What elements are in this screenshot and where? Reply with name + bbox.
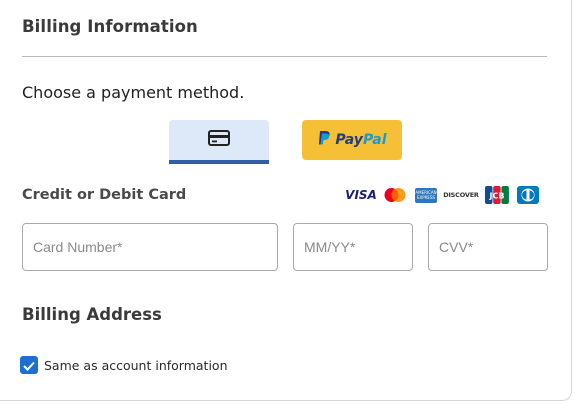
section-title: Billing Information	[22, 17, 198, 36]
billing-address-title: Billing Address	[22, 305, 162, 324]
cvv-field[interactable]	[428, 223, 548, 271]
expiry-input[interactable]	[294, 224, 412, 270]
divider	[22, 56, 547, 57]
visa-icon: VISA	[345, 188, 377, 202]
same-as-account-checkbox[interactable]	[20, 356, 38, 374]
svg-text:JCB: JCB	[489, 192, 505, 201]
jcb-icon: JCB	[485, 186, 509, 204]
card-payment-tab[interactable]	[169, 120, 269, 164]
card-brand-logos: VISA AMERICAN EXPRESS DISCOVER JCB	[345, 184, 547, 206]
discover-icon: DISCOVER	[443, 191, 479, 199]
cvv-input[interactable]	[429, 224, 547, 270]
credit-card-icon	[208, 130, 230, 150]
amex-label: AMERICAN EXPRESS	[415, 190, 437, 200]
checkmark-icon	[23, 356, 35, 375]
amex-icon: AMERICAN EXPRESS	[415, 187, 437, 203]
paypal-wordmark: PayPal	[335, 132, 387, 148]
diners-club-icon	[517, 186, 539, 204]
paypal-logo-icon	[317, 130, 331, 150]
payment-method-prompt: Choose a payment method.	[22, 83, 245, 102]
mastercard-icon	[383, 187, 407, 203]
same-as-account-label[interactable]: Same as account information	[44, 358, 228, 373]
card-number-input[interactable]	[23, 224, 277, 270]
card-section-title: Credit or Debit Card	[22, 187, 187, 203]
expiry-field[interactable]	[293, 223, 413, 271]
card-number-field[interactable]	[22, 223, 278, 271]
paypal-payment-tab[interactable]: PayPal	[302, 120, 402, 160]
